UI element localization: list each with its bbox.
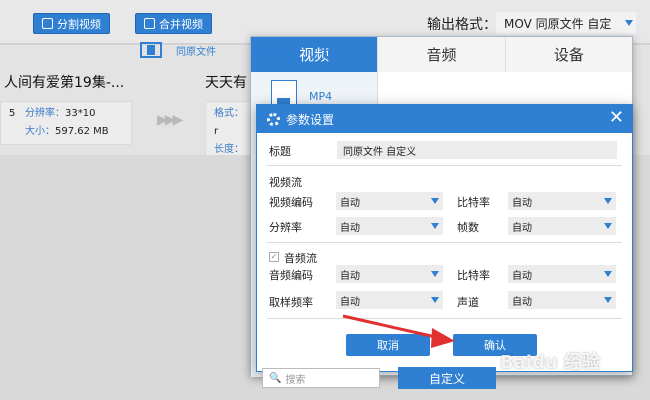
arrow-shaft — [342, 314, 441, 340]
watermark: Baidu 经验 — [500, 352, 601, 373]
annotation-arrow — [342, 314, 455, 348]
arrow-head — [431, 328, 455, 348]
